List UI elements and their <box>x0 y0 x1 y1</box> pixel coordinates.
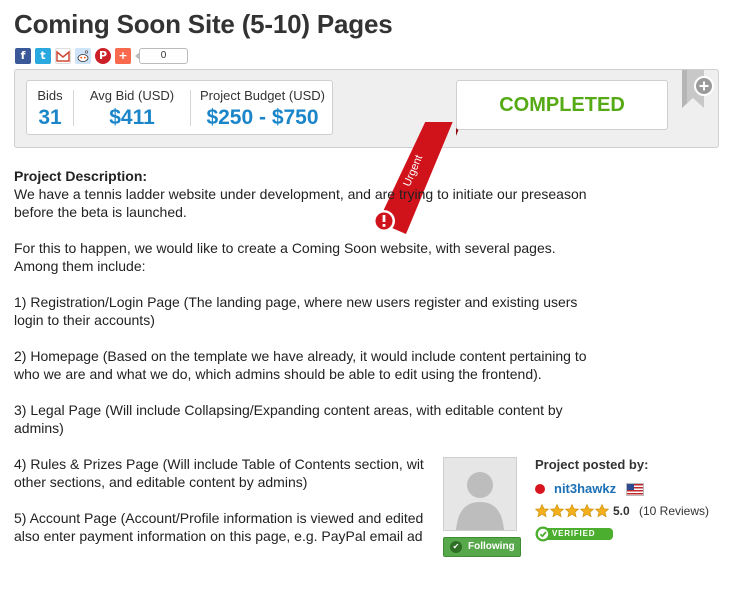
following-label: Following <box>468 541 515 552</box>
budget-stat: Project Budget (USD) $250 - $750 <box>195 81 330 134</box>
gmail-icon[interactable] <box>55 48 71 64</box>
description-line: before the beta is launched. <box>14 204 187 220</box>
description-paragraph: For this to happen, we would like to cre… <box>14 239 614 275</box>
bids-stat: Bids 31 <box>27 81 73 134</box>
us-flag-icon <box>626 483 644 496</box>
reviews-count[interactable]: (10 Reviews) <box>639 504 709 518</box>
star-icon <box>579 504 595 518</box>
check-icon: ✔ <box>450 541 462 553</box>
description-line: 1) Registration/Login Page (The landing … <box>14 294 578 310</box>
bids-value: 31 <box>38 106 62 129</box>
bids-label: Bids <box>37 88 63 103</box>
bookmark-add-icon[interactable] <box>680 70 726 112</box>
budget-label: Project Budget (USD) <box>200 88 325 103</box>
default-avatar-icon <box>444 458 516 530</box>
avatar[interactable] <box>443 457 517 531</box>
description-paragraph: We have a tennis ladder website under de… <box>14 185 614 221</box>
description-line: 3) Legal Page (Will include Collapsing/E… <box>14 402 563 418</box>
description-paragraph: 2) Homepage (Based on the template we ha… <box>14 347 614 383</box>
description-line: who we are and what we do, which admins … <box>14 366 542 382</box>
description-line: 5) Account Page (Account/Profile informa… <box>14 510 424 526</box>
pinterest-icon[interactable]: P <box>95 48 111 64</box>
posted-by-label: Project posted by: <box>535 457 649 472</box>
addthis-icon[interactable]: + <box>115 48 131 64</box>
description-line: For this to happen, we would like to cre… <box>14 240 556 256</box>
description-line: admins) <box>14 420 64 436</box>
rating-value: 5.0 <box>613 504 630 518</box>
verified-label: VERIFIED <box>552 529 596 538</box>
poster-username-link[interactable]: nit3hawkz <box>554 481 616 496</box>
star-icon <box>564 504 580 518</box>
following-button[interactable]: ✔ Following <box>443 537 521 557</box>
star-icon <box>549 504 565 518</box>
divider <box>190 90 191 126</box>
description-heading: Project Description: <box>14 168 148 184</box>
rating-stars <box>535 504 610 518</box>
description-line: 2) Homepage (Based on the template we ha… <box>14 348 587 364</box>
star-icon <box>594 504 610 518</box>
description-line: We have a tennis ladder website under de… <box>14 186 587 202</box>
description-paragraph: 5) Account Page (Account/Profile informa… <box>14 509 431 545</box>
status-completed: COMPLETED <box>456 80 668 130</box>
description-line: also enter payment information on this p… <box>14 528 423 544</box>
facebook-icon[interactable]: f <box>15 48 31 64</box>
project-summary-panel: Bids 31 Avg Bid (USD) $411 Project Budge… <box>14 69 719 234</box>
avg-bid-label: Avg Bid (USD) <box>89 88 175 103</box>
star-icon <box>535 504 550 518</box>
online-status-icon <box>535 484 545 494</box>
description-line: other sections, and editable content by … <box>14 474 308 490</box>
reddit-icon[interactable] <box>75 48 91 64</box>
bid-stats: Bids 31 Avg Bid (USD) $411 Project Budge… <box>26 80 333 135</box>
description-line: Among them include: <box>14 258 146 274</box>
description-paragraph: 3) Legal Page (Will include Collapsing/E… <box>14 401 614 437</box>
budget-value: $250 - $750 <box>206 106 319 129</box>
description-paragraph: 1) Registration/Login Page (The landing … <box>14 293 614 329</box>
poster-card: ✔ Following Project posted by: nit3hawkz… <box>443 457 733 567</box>
share-count: 0 <box>135 48 188 64</box>
page-title: Coming Soon Site (5-10) Pages <box>14 9 393 39</box>
description-line: login to their accounts) <box>14 312 155 328</box>
divider <box>73 90 74 126</box>
description-line: 4) Rules & Prizes Page (Will include Tab… <box>14 456 424 472</box>
avg-bid-value: $411 <box>109 106 155 129</box>
twitter-icon[interactable]: t <box>35 48 51 64</box>
avg-bid-stat: Avg Bid (USD) $411 <box>82 81 182 134</box>
